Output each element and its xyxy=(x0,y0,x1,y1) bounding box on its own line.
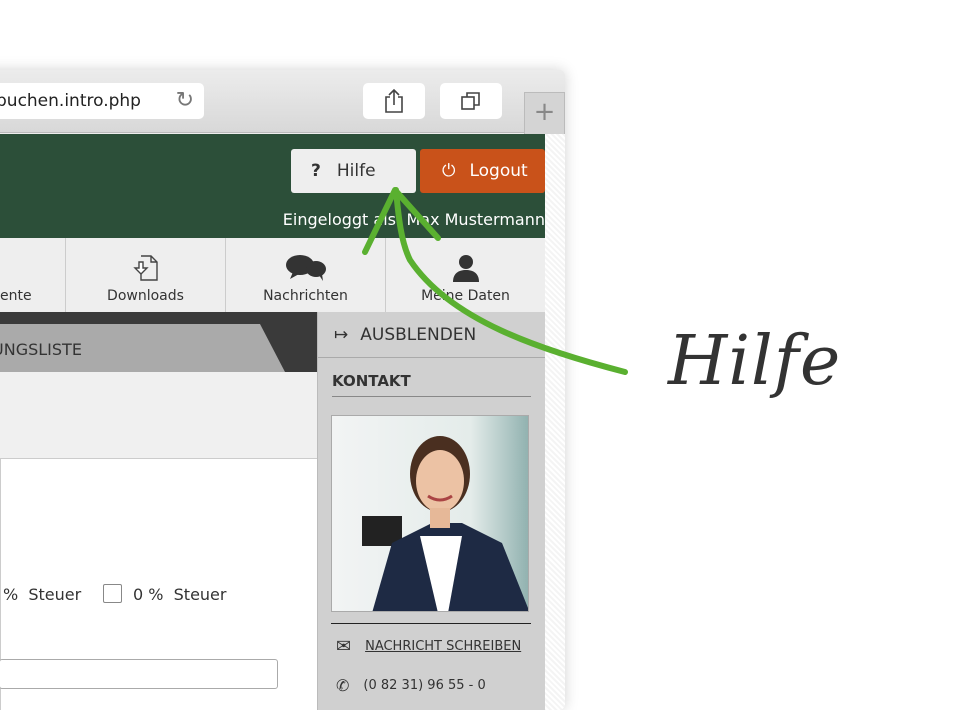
annotation-label: Hilfe xyxy=(668,322,842,401)
